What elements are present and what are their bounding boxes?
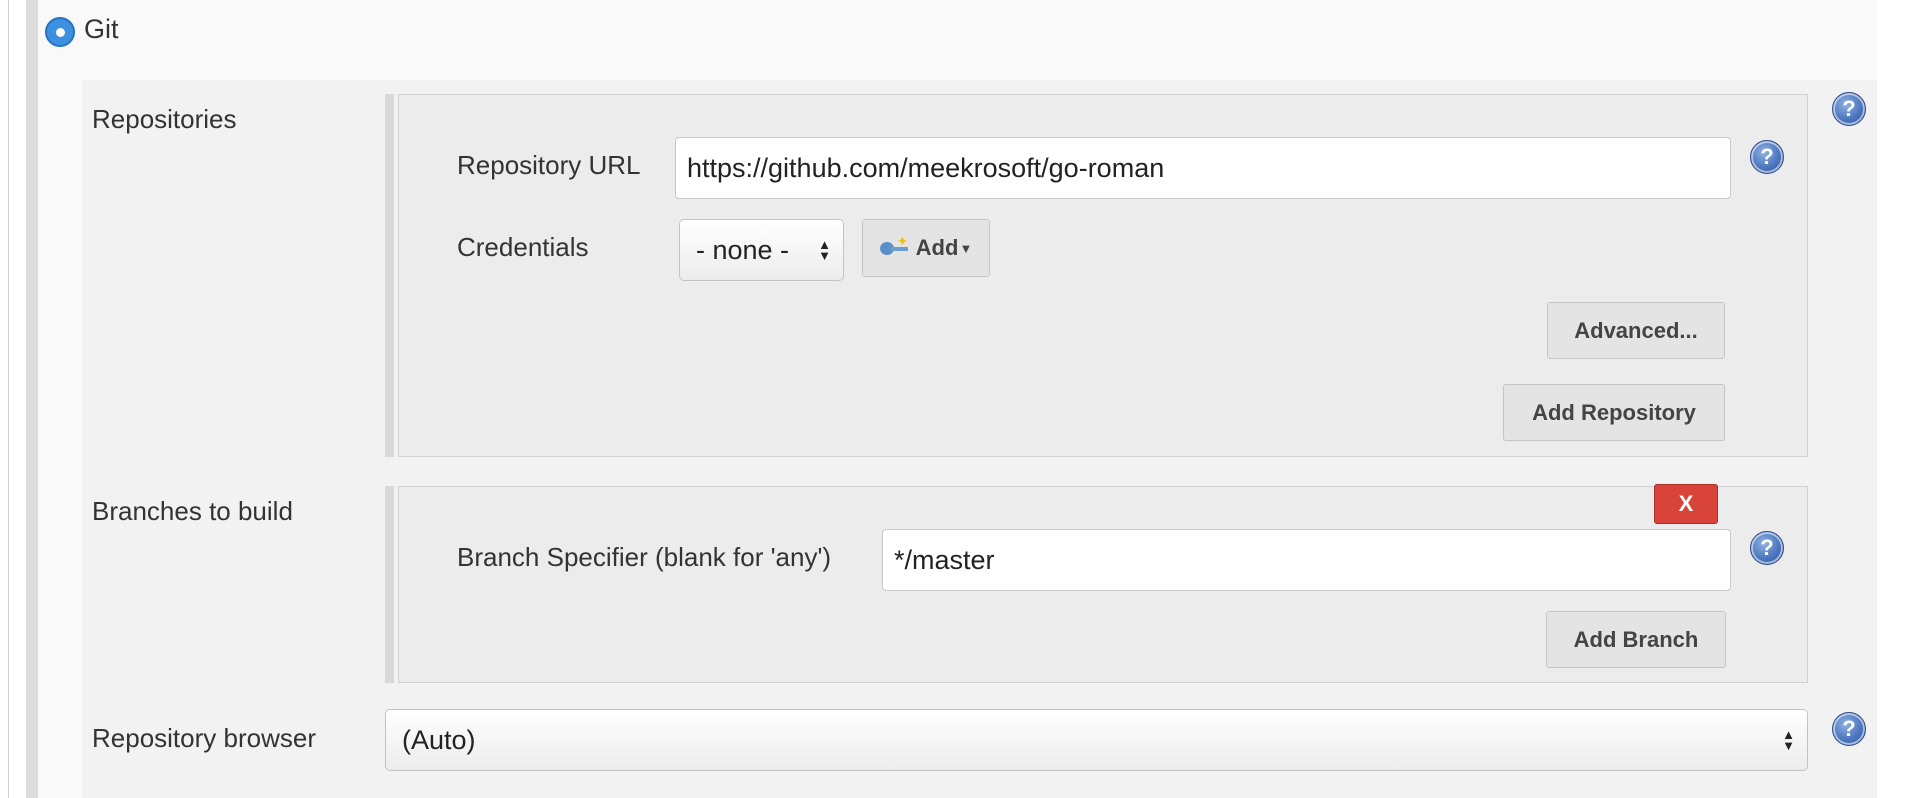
repository-browser-selected-value: (Auto) bbox=[402, 724, 476, 755]
repository-browser-select[interactable]: (Auto) ▲ ▼ bbox=[385, 709, 1808, 771]
branch-specifier-label: Branch Specifier (blank for 'any') bbox=[457, 542, 832, 572]
help-icon[interactable]: ? bbox=[1750, 531, 1784, 565]
help-icon[interactable]: ? bbox=[1832, 712, 1866, 746]
help-icon[interactable]: ? bbox=[1750, 140, 1784, 174]
repository-drag-handle[interactable] bbox=[385, 94, 394, 457]
repository-url-input[interactable]: https://github.com/meekrosoft/go-roman bbox=[675, 137, 1731, 199]
dropdown-arrow-icon: ▼ bbox=[959, 240, 973, 256]
branch-specifier-input[interactable]: */master bbox=[882, 529, 1731, 591]
branch-drag-handle[interactable] bbox=[385, 486, 394, 683]
add-repository-button[interactable]: Add Repository bbox=[1503, 384, 1725, 441]
section-bar bbox=[26, 0, 38, 798]
select-arrows-icon: ▲ ▼ bbox=[818, 237, 831, 263]
credentials-selected-value: - none - bbox=[696, 234, 790, 265]
git-option-label[interactable]: Git bbox=[84, 14, 119, 45]
delete-branch-button[interactable]: X bbox=[1654, 484, 1718, 524]
credentials-select[interactable]: - none - ▲ ▼ bbox=[679, 219, 844, 281]
add-credentials-label: Add bbox=[915, 235, 959, 260]
repository-browser-label: Repository browser bbox=[92, 723, 316, 753]
key-icon: ✦ bbox=[879, 233, 910, 257]
repositories-label: Repositories bbox=[92, 104, 237, 134]
repository-url-label: Repository URL bbox=[457, 150, 641, 180]
git-radio-button[interactable] bbox=[45, 17, 75, 47]
add-branch-button[interactable]: Add Branch bbox=[1546, 611, 1726, 668]
select-arrows-icon: ▲ ▼ bbox=[1782, 727, 1795, 753]
radio-selected-icon bbox=[55, 27, 65, 37]
credentials-label: Credentials bbox=[457, 232, 589, 262]
advanced-button[interactable]: Advanced... bbox=[1547, 302, 1725, 359]
add-credentials-button[interactable]: ✦ Add ▼ bbox=[862, 219, 990, 277]
branches-label: Branches to build bbox=[92, 496, 293, 526]
help-icon[interactable]: ? bbox=[1832, 92, 1866, 126]
